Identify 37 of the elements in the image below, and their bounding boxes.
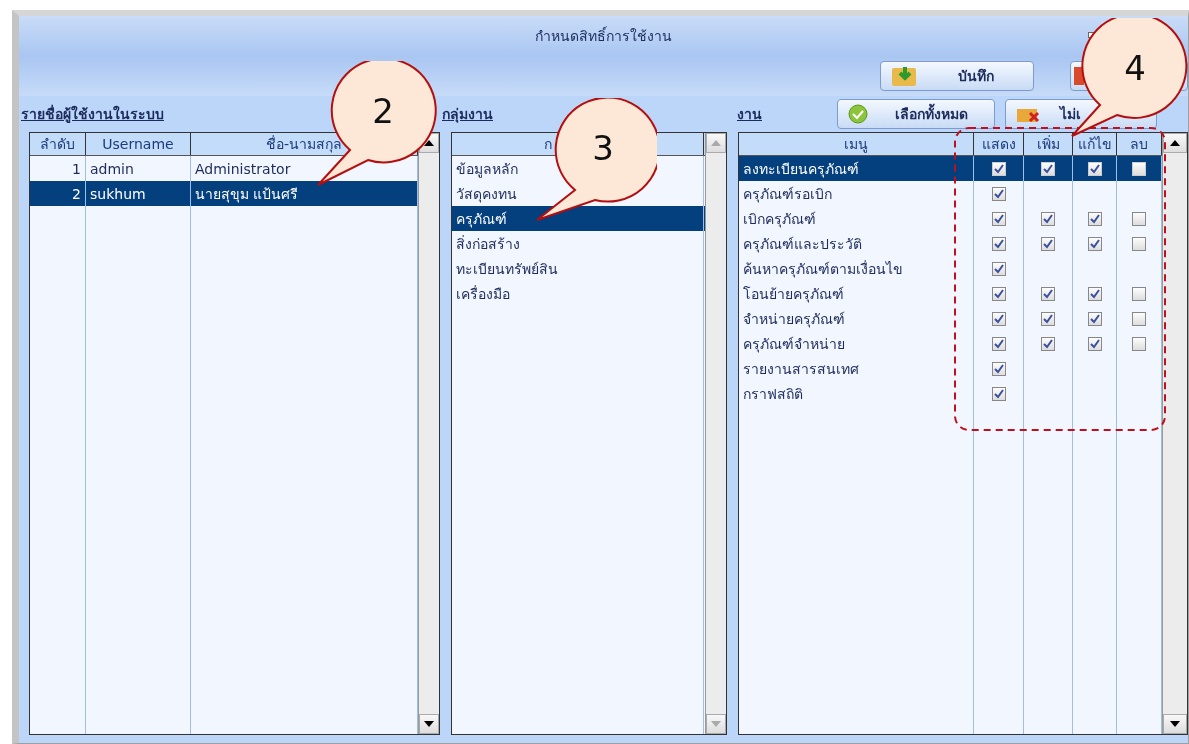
table-cell: รายงานสารสนเทศ — [739, 356, 974, 381]
column-header[interactable]: Username — [86, 133, 191, 155]
group-row[interactable]: เครื่องมือ — [452, 281, 705, 306]
task-row[interactable]: ครุภัณฑ์และประวัติ — [739, 231, 1162, 256]
select-all-button[interactable]: เลือกทั้งหมด — [837, 99, 995, 129]
task-row[interactable]: รายงานสารสนเทศ — [739, 356, 1162, 381]
task-row[interactable]: ค้นหาครุภัณฑ์ตามเงื่อนไข — [739, 256, 1162, 281]
table-cell: กราฟสถิติ — [739, 381, 974, 406]
group-row[interactable]: ครุภัณฑ์ — [452, 206, 705, 231]
column-header[interactable]: เมนู — [739, 133, 974, 155]
group-row[interactable]: สิ่งก่อสร้าง — [452, 231, 705, 256]
task-row[interactable]: เบิกครุภัณฑ์ — [739, 206, 1162, 231]
task-row[interactable]: ลงทะเบียนครุภัณฑ์ — [739, 156, 1162, 181]
column-header[interactable]: ลำดับ — [30, 133, 86, 155]
task-row[interactable]: จำหน่ายครุภัณฑ์ — [739, 306, 1162, 331]
window-title: กำหนดสิทธิ์การใช้งาน — [535, 25, 672, 46]
table-cell: ครุภัณฑ์จำหน่าย — [739, 331, 974, 356]
column-header[interactable]: แสดง — [974, 133, 1024, 155]
tasks-heading: งาน — [737, 106, 762, 122]
table-cell: sukhum — [86, 181, 191, 206]
task-row[interactable]: โอนย้ายครุภัณฑ์ — [739, 281, 1162, 306]
users-heading: รายชื่อผู้ใช้งานในระบบ — [21, 106, 164, 122]
table-cell: เบิกครุภัณฑ์ — [739, 206, 974, 231]
table-cell: โอนย้ายครุภัณฑ์ — [739, 281, 974, 306]
table-cell: ลงทะเบียนครุภัณฑ์ — [739, 156, 974, 181]
task-row[interactable]: กราฟสถิติ — [739, 381, 1162, 406]
table-cell: 2 — [30, 181, 86, 206]
save-button[interactable]: บันทึก — [880, 61, 1034, 91]
task-row[interactable]: ครุภัณฑ์จำหน่าย — [739, 331, 1162, 356]
user-row[interactable]: 2 sukhum นายสุขุม แป้นศรี — [30, 181, 418, 206]
task-row[interactable]: ครุภัณฑ์รอเบิก — [739, 181, 1162, 206]
group-row[interactable]: ทะเบียนทรัพย์สิน — [452, 256, 705, 281]
table-cell: ค้นหาครุภัณฑ์ตามเงื่อนไข — [739, 256, 974, 281]
groups-heading: กลุ่มงาน — [442, 106, 493, 122]
table-cell: ครุภัณฑ์รอเบิก — [739, 181, 974, 206]
table-cell: จำหน่ายครุภัณฑ์ — [739, 306, 974, 331]
table-cell: ครุภัณฑ์และประวัติ — [739, 231, 974, 256]
